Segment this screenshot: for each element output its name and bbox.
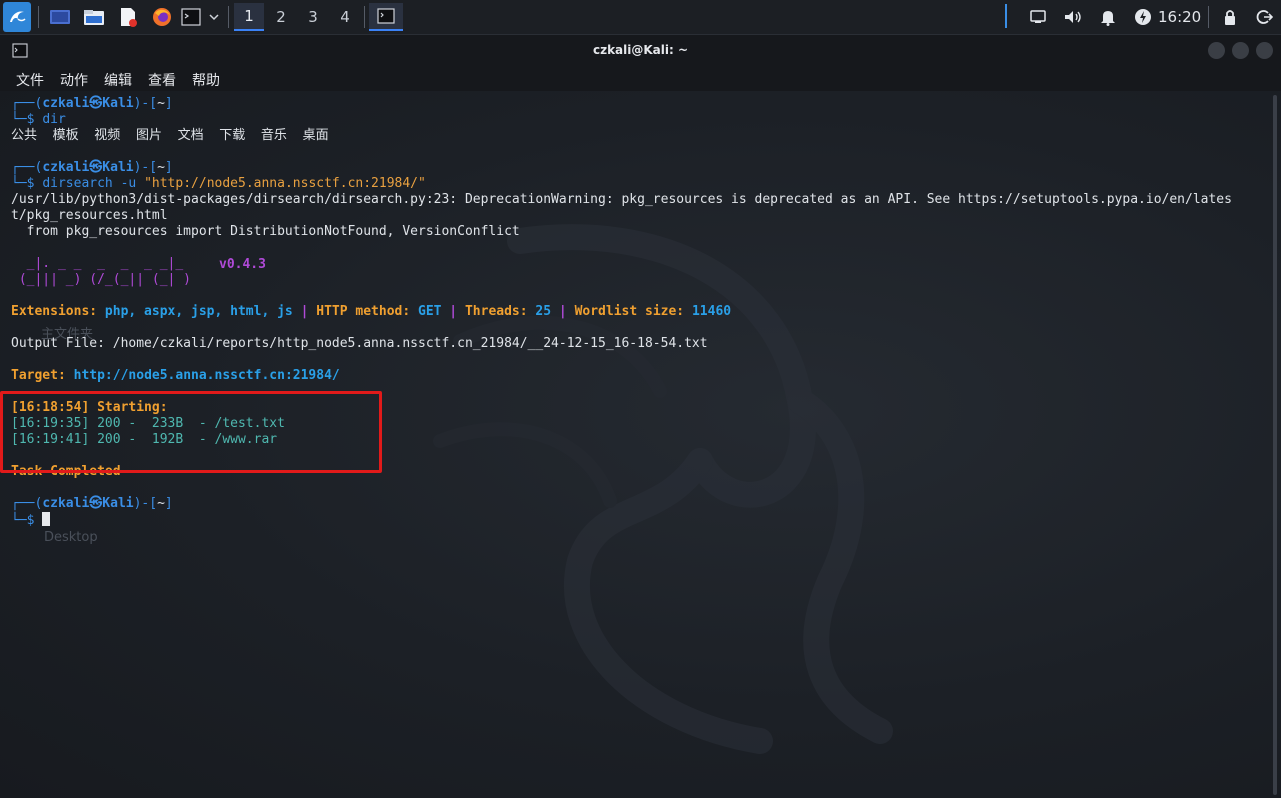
menu-actions[interactable]: 动作 [60,70,88,90]
file-manager-icon[interactable] [81,3,107,31]
volume-icon[interactable] [1061,3,1085,31]
notification-bell-icon[interactable] [1096,3,1120,31]
config-line: Extensions: php, aspx, jsp, html, js | H… [11,304,732,319]
workspace-1[interactable]: 1 [234,3,264,31]
dirsearch-version: v0.4.3 [219,257,266,272]
dirsearch-banner: (_||| _) (/_(_|| (_| ) [11,272,192,287]
network-icon[interactable] [1026,3,1050,31]
show-desktop-icon[interactable] [47,3,73,31]
logout-icon[interactable] [1252,3,1276,31]
dirsearch-banner: _|. _ _ _ _ _ _|_ [11,256,184,271]
maximize-button[interactable] [1232,42,1249,59]
chevron-down-icon[interactable] [206,3,222,31]
clock[interactable]: 16:20 [1158,8,1201,26]
desktop-ghost-label-desktop: Desktop [44,530,98,545]
kali-menu-icon[interactable] [3,2,31,32]
text-editor-icon[interactable] [115,3,141,31]
scrollbar[interactable] [1273,95,1277,795]
menu-file[interactable]: 文件 [16,70,44,90]
output-file-line: Output File: /home/czkali/reports/http_n… [11,336,708,351]
lock-icon[interactable] [1218,3,1242,31]
prompt-line: ┌──(czkali㉿Kali)-[~] [11,160,173,175]
command-line: └─$ dir [11,112,66,127]
terminal-area[interactable]: 主文件夹 Desktop ┌──(czkali㉿Kali)-[~] └─$ di… [0,91,1281,798]
command-line[interactable]: └─$ [11,512,51,529]
command-line: └─$ dirsearch -u "http://node5.anna.nssc… [11,176,426,191]
warning-line: /usr/lib/python3/dist-packages/dirsearch… [11,192,1232,207]
prompt-line: ┌──(czkali㉿Kali)-[~] [11,496,173,511]
menu-view[interactable]: 查看 [148,70,176,90]
prompt-line: ┌──(czkali㉿Kali)-[~] [11,96,173,111]
firefox-icon[interactable] [149,3,175,31]
menu-help[interactable]: 帮助 [192,70,220,90]
red-highlight-box [0,391,382,473]
kali-dragon-icon [433,224,893,754]
power-manager-icon[interactable] [1131,3,1155,31]
menubar: 文件 动作 编辑 查看 帮助 [0,67,1281,91]
dir-output: 公共 模板 视频 图片 文档 下载 音乐 桌面 [11,128,329,143]
close-button[interactable] [1256,42,1273,59]
window-title: czkali@Kali: ~ [592,43,689,57]
text-cursor [42,512,51,526]
minimize-button[interactable] [1208,42,1225,59]
menu-edit[interactable]: 编辑 [104,70,132,90]
cpu-graph-icon [1003,2,1019,32]
target-line: Target: http://node5.anna.nssctf.cn:2198… [11,368,340,383]
terminal-launcher-icon[interactable] [180,3,202,31]
window-titlebar[interactable]: czkali@Kali: ~ [0,35,1281,67]
terminal-task-button[interactable] [369,3,403,31]
taskbar: 1 2 3 4 16:20 [0,0,1281,35]
workspace-3[interactable]: 3 [298,3,328,31]
warning-line: from pkg_resources import DistributionNo… [11,224,520,239]
workspace-4[interactable]: 4 [330,3,360,31]
workspace-2[interactable]: 2 [266,3,296,31]
warning-line: t/pkg_resources.html [11,208,168,223]
